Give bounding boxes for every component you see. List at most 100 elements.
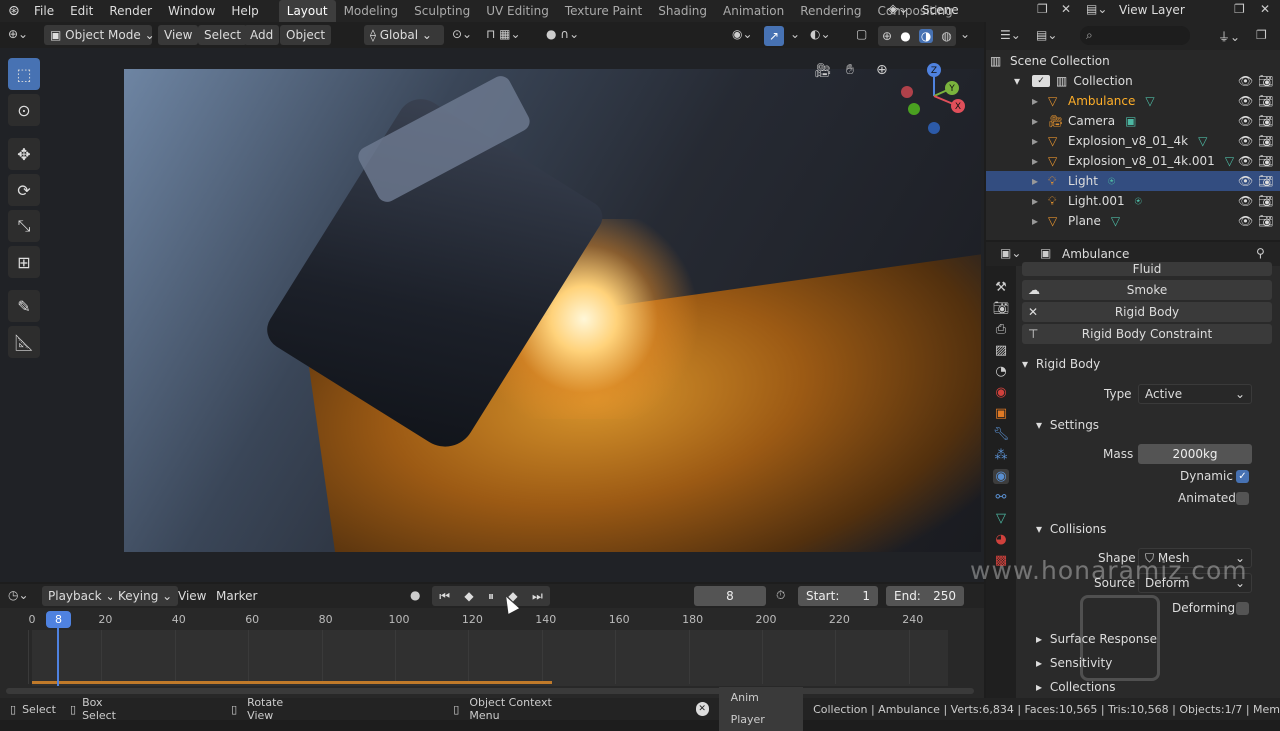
constraints-tab-icon[interactable]: ⚯	[996, 490, 1007, 505]
pan-hand-icon[interactable]: ✋︎	[846, 62, 854, 78]
animated-checkbox[interactable]	[1236, 492, 1249, 505]
object-menu[interactable]: Object	[280, 25, 332, 45]
status-anim-player[interactable]: Anim Player	[718, 687, 804, 731]
modifier-tab-icon[interactable]: 🔧︎	[993, 427, 1010, 442]
tab-shading[interactable]: Shading	[650, 0, 715, 22]
camera-render-icon[interactable]: 📷︎	[1258, 194, 1273, 208]
tab-animation[interactable]: Animation	[715, 0, 792, 22]
dynamic-checkbox[interactable]: ✓	[1236, 470, 1249, 483]
solid-shading-icon[interactable]: ●	[900, 29, 910, 43]
outliner-item-label[interactable]: Light.001	[1068, 194, 1125, 208]
expand-arrow-icon[interactable]: ▸	[1032, 114, 1048, 128]
view-layer-tab-icon[interactable]: ▨	[995, 343, 1007, 358]
camera-render-icon[interactable]: 📷︎	[1258, 94, 1273, 108]
scene-close-icon[interactable]: ✕	[1061, 2, 1071, 16]
scene-copy-icon[interactable]: ❐	[1037, 2, 1048, 16]
view-layer-close-icon[interactable]: ✕	[1260, 2, 1270, 16]
pause-icon[interactable]: ⏸	[488, 589, 494, 604]
anim-player-icon[interactable]: ✕	[695, 702, 709, 716]
prev-keyframe-icon[interactable]: ◆	[464, 589, 473, 603]
move-tool-icon[interactable]: ✥	[8, 138, 40, 170]
timeline-editor-icon[interactable]: ◷⌄	[8, 588, 29, 602]
tab-modeling[interactable]: Modeling	[336, 0, 407, 22]
measure-tool-icon[interactable]: 📐︎	[8, 326, 40, 358]
physics-tab-icon[interactable]: ◉	[993, 469, 1009, 484]
annotate-tool-icon[interactable]: ✎	[8, 290, 40, 322]
display-mode-icon[interactable]: ▤⌄	[1036, 28, 1057, 42]
rigid-body-constraint-button[interactable]: ⊤ Rigid Body Constraint	[1022, 324, 1272, 344]
view-layer-copy-icon[interactable]: ❐	[1234, 2, 1245, 16]
eye-icon[interactable]: 👁︎	[1238, 194, 1253, 208]
eye-icon[interactable]: 👁︎	[1238, 134, 1253, 148]
wireframe-shading-icon[interactable]: ⊕	[882, 29, 892, 43]
outliner-item-label[interactable]: Light	[1068, 174, 1098, 188]
current-frame-field[interactable]: 8	[694, 586, 766, 606]
xray-icon[interactable]: ▢	[856, 27, 867, 41]
settings-subpanel-header[interactable]: ▾ Settings	[1036, 418, 1099, 432]
data-tab-icon[interactable]: ▽	[996, 511, 1006, 526]
collection-eye-icon[interactable]: 👁︎	[1238, 74, 1253, 88]
scene-tab-icon[interactable]: ◔	[995, 364, 1006, 379]
outliner-item-label[interactable]: Camera	[1068, 114, 1115, 128]
outliner-collection[interactable]: ▾ ✓ ▥ Collection 👁︎ 📷︎	[990, 71, 1280, 91]
select-box-tool-icon[interactable]: ⬚	[8, 58, 40, 90]
new-collection-icon[interactable]: ❐	[1256, 28, 1267, 42]
material-tab-icon[interactable]: ◕	[995, 532, 1006, 547]
jump-end-icon[interactable]: ⏭	[532, 589, 543, 604]
add-menu[interactable]: Add	[244, 25, 280, 45]
camera-render-icon[interactable]: 📷︎	[1258, 174, 1273, 188]
timeline-view-menu[interactable]: View	[178, 589, 206, 603]
menu-window[interactable]: Window	[160, 0, 223, 22]
outliner-item-label[interactable]: Plane	[1068, 214, 1101, 228]
outliner-item-light[interactable]: ▸ 💡︎ Light ⍟ 👁︎ 📷︎	[986, 171, 1280, 191]
outliner-item-ambulance[interactable]: ▸ ▽ Ambulance ▽ 👁︎ 📷︎	[986, 91, 1280, 111]
render-tab-icon[interactable]: 📷︎	[993, 301, 1010, 316]
rendered-shading-icon[interactable]: ◍	[941, 29, 951, 43]
outliner-item-label[interactable]: Explosion_v8_01_4k.001	[1068, 154, 1215, 168]
pin-icon[interactable]: ⚲	[1256, 246, 1265, 260]
outliner-editor-icon[interactable]: ☰⌄	[1000, 28, 1021, 42]
rotate-tool-icon[interactable]: ⟳	[8, 174, 40, 206]
camera-render-icon[interactable]: 📷︎	[1258, 134, 1273, 148]
outliner-item-label[interactable]: Explosion_v8_01_4k	[1068, 134, 1188, 148]
expand-arrow-icon[interactable]: ▸	[1032, 214, 1048, 228]
camera-render-icon[interactable]: 📷︎	[1258, 154, 1273, 168]
type-dropdown[interactable]: Active ⌄	[1138, 384, 1252, 404]
snap-icon[interactable]: ⊓ ▦⌄	[486, 27, 521, 41]
object-mode-select[interactable]: ▣ Object Mode ⌄	[44, 25, 155, 45]
fluid-button[interactable]: Fluid	[1022, 262, 1272, 276]
collection-checkbox-icon[interactable]: ✓	[1032, 75, 1050, 87]
menu-edit[interactable]: Edit	[62, 0, 101, 22]
outliner-item-light-001[interactable]: ▸ 💡︎ Light.001 ⍟ 👁︎ 📷︎	[986, 191, 1280, 211]
particles-tab-icon[interactable]: ⁂	[995, 448, 1008, 463]
tab-uv-editing[interactable]: UV Editing	[478, 0, 557, 22]
material-shading-icon[interactable]: ◑	[918, 29, 934, 43]
expand-arrow-icon[interactable]: ▸	[1032, 174, 1048, 188]
tab-layout[interactable]: Layout	[278, 0, 336, 22]
filter-icon[interactable]: ⏚⌄	[1218, 28, 1240, 45]
visibility-icon[interactable]: ◉⌄	[732, 27, 753, 41]
remove-rigid-body-icon[interactable]: ✕	[1028, 302, 1038, 322]
collections-header[interactable]: ▸ Collections	[1036, 680, 1115, 694]
deforming-checkbox[interactable]	[1236, 602, 1249, 615]
expand-arrow-icon[interactable]: ▸	[1032, 154, 1048, 168]
view-menu[interactable]: View	[158, 25, 199, 45]
outliner-item-explosion-v8-01-4k[interactable]: ▸ ▽ Explosion_v8_01_4k ▽ 👁︎ 📷︎	[986, 131, 1280, 151]
tab-sculpting[interactable]: Sculpting	[406, 0, 478, 22]
view-layer-name[interactable]: View Layer	[1119, 3, 1185, 17]
rigid-body-button[interactable]: ✕ Rigid Body	[1022, 302, 1272, 322]
editor-type-icon[interactable]: ⊕⌄	[8, 27, 28, 41]
proportional-edit-icon[interactable]: ● ∩⌄	[546, 27, 579, 41]
collection-render-icon[interactable]: 📷︎	[1258, 74, 1273, 88]
overlay-icon[interactable]: ⌄	[790, 27, 800, 41]
world-tab-icon[interactable]: ◉	[995, 385, 1006, 400]
properties-editor-icon[interactable]: ▣⌄	[1000, 246, 1021, 260]
outliner-item-label[interactable]: Ambulance	[1068, 94, 1135, 108]
pivot-icon[interactable]: ⊙⌄	[452, 27, 472, 41]
shading-options-icon[interactable]: ⌄	[960, 27, 970, 41]
record-icon[interactable]: ●	[410, 588, 420, 602]
eye-icon[interactable]: 👁︎	[1238, 94, 1253, 108]
navigation-gizmo[interactable]: Z Y X	[898, 60, 970, 136]
expand-arrow-icon[interactable]: ▸	[1032, 134, 1048, 148]
camera-render-icon[interactable]: 📷︎	[1258, 114, 1273, 128]
